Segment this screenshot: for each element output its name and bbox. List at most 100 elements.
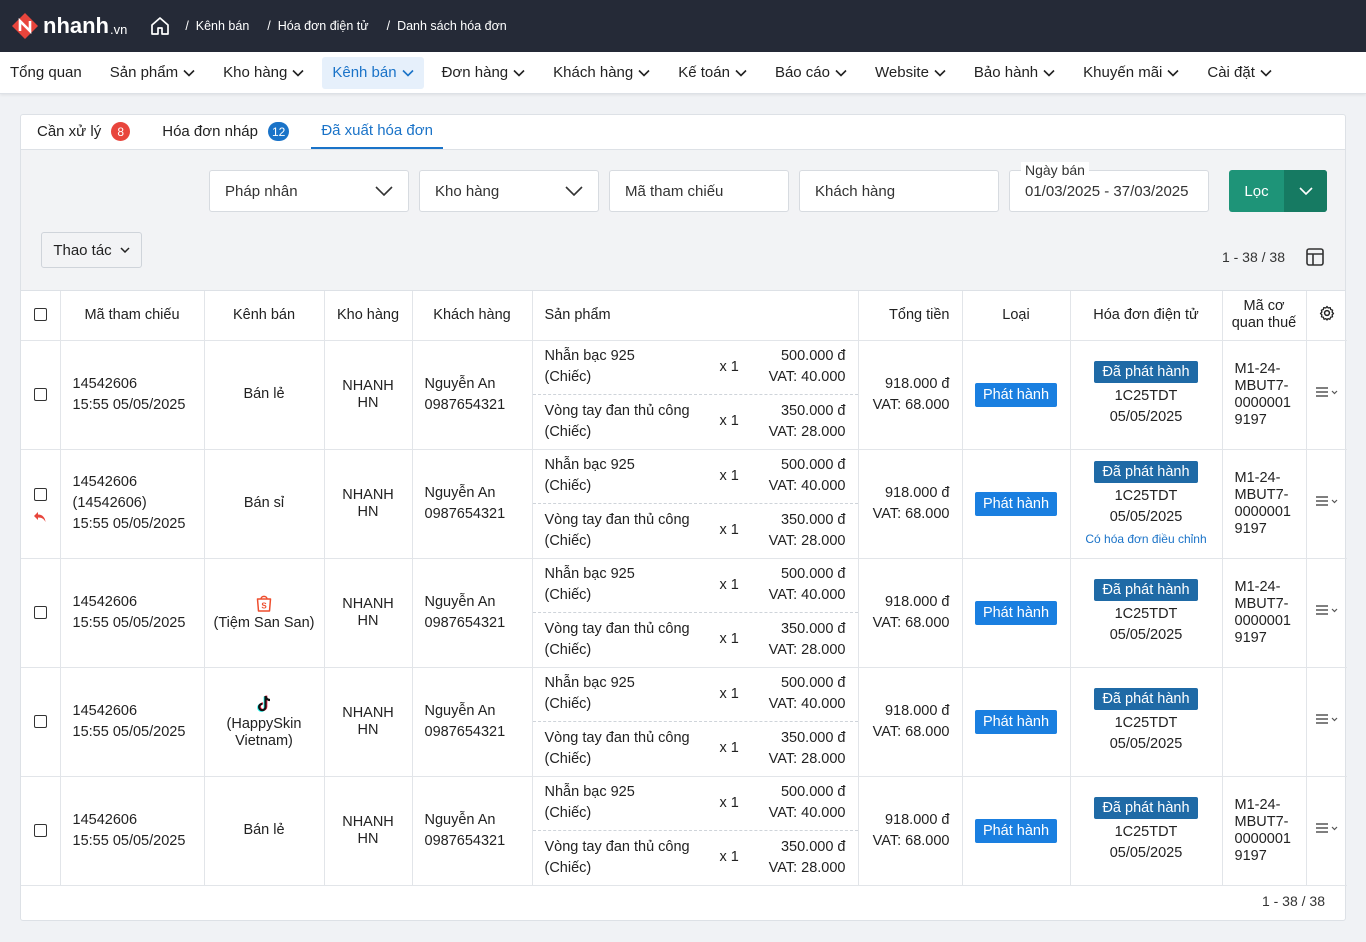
row-checkbox[interactable] [33,823,47,837]
select-all-checkbox[interactable] [33,308,47,322]
gear-icon[interactable] [1319,305,1335,321]
type-badge[interactable]: Phát hành [974,600,1058,625]
row-select-cell [21,667,61,777]
ma-tham-chieu-input[interactable]: Mã tham chiếu [609,170,789,212]
product-price: 350.000 đ [780,838,846,855]
phap-nhan-select[interactable]: Pháp nhân [209,170,409,212]
ref-code[interactable]: 14542606 [73,592,204,613]
chevron-down-icon [183,69,195,77]
customer-name[interactable]: Nguyễn An [425,592,532,613]
kho-hang-select[interactable]: Kho hàng [419,170,599,212]
column-header[interactable]: Kênh bán [204,291,325,341]
row-menu-icon[interactable] [1315,822,1339,834]
nav-item[interactable]: Khuyến mãi [1073,57,1189,89]
column-layout-icon[interactable] [1305,247,1325,270]
filter-button[interactable]: Lọc [1229,170,1284,212]
column-header[interactable]: Tổng tiền [858,291,963,341]
tab-da-xuat-hoa-don[interactable]: Đã xuất hóa đơn [311,114,443,149]
product-unit: (Chiếc) [544,750,592,767]
ngay-ban-input[interactable]: Ngày bán 01/03/2025 - 37/03/2025 [1009,162,1209,212]
table-row[interactable]: 14542606 (14542606) 15:55 05/05/2025 Bán s… [21,449,1347,559]
row-checkbox[interactable] [33,387,47,401]
column-header[interactable]: Kho hàng [324,291,413,341]
row-menu-icon[interactable] [1315,495,1339,507]
ref-code[interactable]: 14542606 [73,374,204,395]
warehouse-code: HN [357,503,379,520]
nav-item[interactable]: Đơn hàng [432,57,536,89]
top-bar: nhanh .vn / Kênh bán / Hóa đơn điện tử / … [0,0,1366,52]
status-badge[interactable]: Đã phát hành [1094,361,1198,383]
warehouse-cell: NHANH HN [324,340,413,450]
column-header[interactable]: Khách hàng [412,291,533,341]
adjustment-note-link[interactable]: Có hóa đơn điều chỉnh [1071,532,1222,546]
tax-code-part: 9197 [1234,520,1267,537]
product-name: Vòng tay đan thủ công [544,620,690,637]
type-badge[interactable]: Phát hành [974,491,1058,516]
tab-hoa-don-nhap[interactable]: Hóa đơn nháp 12 [152,114,299,149]
nav-item[interactable]: Khách hàng [543,57,660,89]
warehouse-cell: NHANH HN [324,667,413,777]
ref-cell: 14542606 15:55 05/05/2025 [60,776,205,886]
row-checkbox[interactable] [33,487,47,501]
nav-item[interactable]: Báo cáo [765,57,857,89]
type-badge[interactable]: Phát hành [974,382,1058,407]
row-checkbox[interactable] [33,714,47,728]
actions-dropdown[interactable]: Thao tác [41,232,142,268]
table-row[interactable]: 14542606 15:55 05/05/2025 Bán lẻ NHANH HN … [21,776,1347,886]
total-vat: VAT: 68.000 [872,832,950,849]
total-vat: VAT: 68.000 [872,505,950,522]
return-icon [34,512,46,522]
nav-item[interactable]: Cài đặt [1197,57,1282,89]
customer-name[interactable]: Nguyễn An [425,483,532,504]
type-badge[interactable]: Phát hành [974,818,1058,843]
status-badge[interactable]: Đã phát hành [1094,797,1198,819]
breadcrumb-item[interactable]: / Kênh bán [185,19,249,33]
row-menu-icon[interactable] [1315,713,1339,725]
ref-code[interactable]: 14542606 [73,472,204,493]
nav-item[interactable]: Kế toán [668,57,757,89]
tab-can-xu-ly[interactable]: Cần xử lý 8 [27,114,140,149]
nav-item[interactable]: Sản phẩm [100,57,205,89]
table-row[interactable]: 14542606 15:55 05/05/2025 S (Tiệm San San)… [21,558,1347,668]
invoice-code: 1C25TDT [1114,606,1178,622]
column-header[interactable]: Mã tham chiếu [60,291,205,341]
status-badge[interactable]: Đã phát hành [1094,461,1198,483]
breadcrumb-item[interactable]: / Hóa đơn điện tử [267,19,368,33]
total-vat: VAT: 68.000 [872,396,950,413]
product-unit: (Chiếc) [544,532,592,549]
row-menu-icon[interactable] [1315,386,1339,398]
nav-item-active[interactable]: Kênh bán [322,56,424,89]
customer-name[interactable]: Nguyễn An [425,810,532,831]
channel-name: Bán lẻ [243,822,285,838]
product-line: Vòng tay đan thủ công (Chiếc) x 1 350.000… [533,722,858,776]
customer-name[interactable]: Nguyễn An [425,374,532,395]
nav-item[interactable]: Tổng quan [0,57,92,89]
nav-item[interactable]: Kho hàng [213,57,314,89]
einvoice-cell: Đã phát hành 1C25TDT 05/05/2025 Có hóa đơn … [1070,449,1223,559]
warehouse-name: NHANH [342,813,394,830]
column-header[interactable]: Mã cơ quan thuế [1222,291,1307,341]
ref-code[interactable]: 14542606 [73,701,204,722]
row-checkbox[interactable] [33,605,47,619]
product-unit: (Chiếc) [544,369,592,385]
column-header[interactable]: Hóa đơn điện tử [1070,291,1223,341]
table-row[interactable]: 14542606 15:55 05/05/2025 (HappySkin Viet… [21,667,1347,777]
status-badge[interactable]: Đã phát hành [1094,579,1198,601]
row-menu-icon[interactable] [1315,604,1339,616]
filter-dropdown-button[interactable] [1284,170,1327,212]
home-icon[interactable] [149,15,171,37]
khach-hang-input[interactable]: Khách hàng [799,170,999,212]
tax-code-cell [1222,667,1307,777]
column-header[interactable]: Loại [962,291,1071,341]
product-name: Vòng tay đan thủ công [544,402,690,419]
type-badge[interactable]: Phát hành [974,709,1058,734]
filter-button-group: Lọc [1229,170,1327,212]
nav-item[interactable]: Bảo hành [964,57,1065,89]
customer-name[interactable]: Nguyễn An [425,701,532,722]
nav-item[interactable]: Website [865,57,956,89]
ref-code[interactable]: 14542606 [73,810,204,831]
status-badge[interactable]: Đã phát hành [1094,688,1198,710]
column-header[interactable]: Sản phẩm [532,291,859,341]
table-row[interactable]: 14542606 15:55 05/05/2025 Bán lẻ NHANH HN … [21,340,1347,450]
brand-logo[interactable]: nhanh .vn [10,11,127,41]
